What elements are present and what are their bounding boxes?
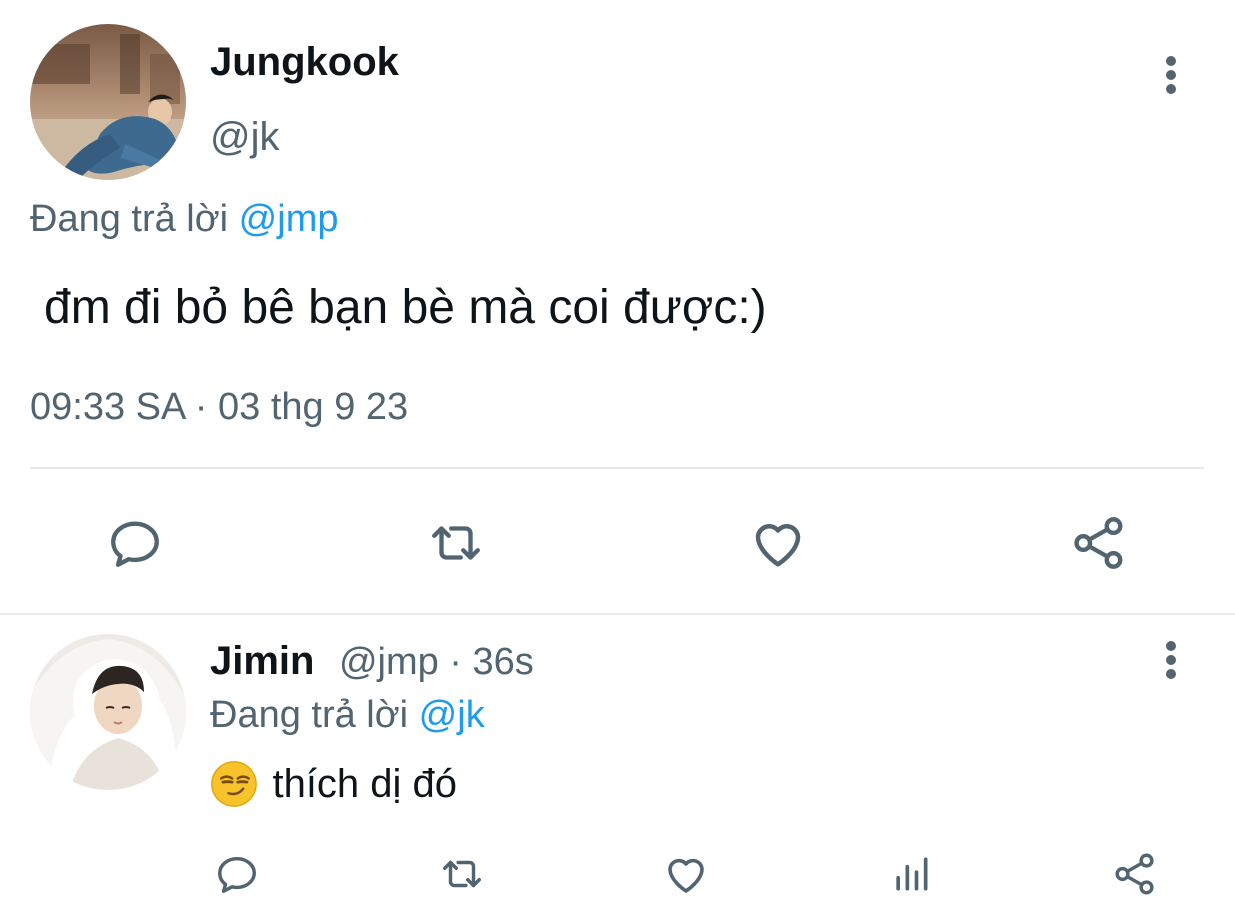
reply-text-line: thích dị đó <box>210 760 457 808</box>
reply-more-options-button[interactable] <box>1149 638 1193 682</box>
reply-replying-to-line: Đang trả lời @jk <box>210 696 485 734</box>
section-divider <box>0 613 1235 615</box>
share-button[interactable] <box>1064 508 1134 578</box>
reply-handle-time[interactable]: @jmp · 36s <box>339 641 534 683</box>
reply-retweet-button[interactable] <box>433 850 491 898</box>
profile-photo-jimin-icon <box>30 634 186 790</box>
retweet-icon <box>432 526 480 560</box>
like-button[interactable] <box>743 508 813 578</box>
reply-text: thích dị đó <box>272 762 458 806</box>
avatar-jimin[interactable] <box>30 634 186 790</box>
divider <box>30 467 1204 469</box>
like-icon <box>668 858 704 893</box>
reply-replying-prefix: Đang trả lời <box>210 694 409 736</box>
avatar-jungkook[interactable] <box>30 24 186 180</box>
reply-icon <box>111 521 159 567</box>
retweet-icon <box>443 860 481 888</box>
retweet-button[interactable] <box>420 508 492 578</box>
replying-to-line: Đang trả lời @jmp <box>30 200 338 238</box>
author-handle[interactable]: @jk <box>210 117 280 157</box>
reply-button[interactable] <box>100 508 170 578</box>
reply-icon <box>218 856 256 893</box>
author-name[interactable]: Jungkook <box>210 42 399 82</box>
profile-photo-jungkook-icon <box>30 24 186 180</box>
share-icon <box>1115 853 1154 895</box>
tweet-text: đm đi bỏ bê bạn bè mà coi được:) <box>44 281 767 334</box>
more-options-button[interactable] <box>1149 53 1193 97</box>
kebab-menu-icon <box>1166 56 1176 94</box>
reply-like-button[interactable] <box>659 850 713 898</box>
reply-reply-button[interactable] <box>210 850 264 898</box>
share-icon <box>1074 517 1123 569</box>
kebab-menu-icon <box>1166 641 1176 679</box>
reply-share-button[interactable] <box>1108 850 1162 898</box>
smirking-face-emoji-icon <box>211 761 257 807</box>
reply-replying-to-mention[interactable]: @jk <box>419 694 485 736</box>
reply-author-name[interactable]: Jimin <box>210 639 314 683</box>
replying-prefix: Đang trả lời <box>30 198 229 240</box>
analytics-button[interactable] <box>884 850 938 898</box>
reply-header: Jimin @jmp · 36s <box>210 641 534 681</box>
tweet-timestamp[interactable]: 09:33 SA · 03 thg 9 23 <box>30 388 408 426</box>
like-icon <box>755 524 801 567</box>
replying-to-mention[interactable]: @jmp <box>239 198 339 240</box>
analytics-icon <box>896 857 928 891</box>
